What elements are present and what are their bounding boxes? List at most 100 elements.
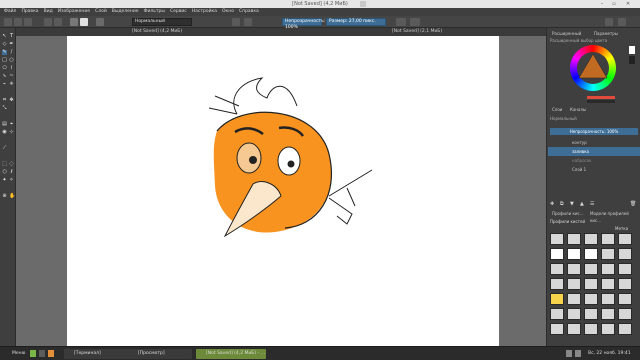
brush-preset-28[interactable] (584, 308, 598, 320)
tab-channels[interactable]: Каналы (567, 106, 589, 113)
color-history-2[interactable] (587, 100, 615, 103)
select-tool-icon[interactable]: ↖ (2, 34, 7, 39)
brush-preset-19[interactable] (601, 278, 615, 290)
multibrush-tool-icon[interactable]: ✳ (9, 82, 14, 87)
layer-row[interactable]: контур (548, 138, 640, 147)
tab-brush-presets[interactable]: Профили кис... (549, 210, 586, 217)
brush-preset-20[interactable] (618, 278, 632, 290)
color-triangle[interactable] (577, 52, 609, 84)
move-tool-icon[interactable]: ✥ (9, 98, 14, 103)
add-layer-icon[interactable]: ✚ (550, 201, 554, 207)
brush-preset-4[interactable] (601, 233, 615, 245)
workspace-icon[interactable] (605, 18, 613, 26)
taskbar-krita[interactable]: [Not Saved] (4,2 MиБ) - ... (196, 349, 266, 359)
mirror-vertical-icon[interactable] (410, 18, 420, 26)
line-tool-icon[interactable]: / (9, 50, 14, 55)
brush-preset-26[interactable] (550, 308, 564, 320)
menu-file[interactable]: Файл (4, 8, 16, 16)
save-document-icon[interactable] (24, 18, 32, 26)
brush-preset-1[interactable] (550, 233, 564, 245)
gradient-icon[interactable] (70, 18, 78, 26)
color-picker-tool-icon[interactable]: ⌖ (9, 122, 14, 127)
preserve-alpha-icon[interactable] (244, 18, 252, 26)
network-icon[interactable] (566, 350, 572, 357)
drawing-canvas[interactable] (67, 36, 499, 346)
delete-layer-icon[interactable]: 🗑 (630, 201, 636, 207)
eraser-mode-icon[interactable] (232, 18, 240, 26)
tab-params[interactable]: Параметры (591, 30, 621, 37)
volume-icon[interactable] (575, 350, 581, 357)
brush-preset-5[interactable] (618, 233, 632, 245)
brush-preset-8[interactable] (584, 248, 598, 260)
text-tool-icon[interactable]: T (9, 34, 14, 39)
maximize-icon[interactable]: ▫ (608, 0, 620, 8)
bg-color-swatch[interactable] (629, 56, 635, 64)
brush-preset-13[interactable] (584, 263, 598, 275)
taskbar-menu-button[interactable]: Меню (2, 349, 28, 359)
menu-filters[interactable]: Фильтры (144, 8, 165, 16)
menu-edit[interactable]: Правка (21, 8, 38, 16)
brush-preset-12[interactable] (567, 263, 581, 275)
blend-mode-select[interactable]: Нормальный (132, 18, 192, 26)
tab-advanced-color[interactable]: Расширенный (549, 30, 584, 37)
freehand-brush-tool-icon[interactable]: ✎ (2, 50, 7, 55)
bezier-tool-icon[interactable]: ∿ (2, 74, 7, 79)
brush-preset-6[interactable] (550, 248, 564, 260)
brush-preset-23[interactable] (584, 293, 598, 305)
mirror-horizontal-icon[interactable] (396, 18, 406, 26)
gradient-tool-icon[interactable]: ▤ (2, 122, 7, 127)
clock[interactable]: Вс, 22 нояб. 19:41 (588, 347, 631, 360)
polygon-select-tool-icon[interactable]: ⬡ (2, 170, 7, 175)
brush-tag-filter[interactable]: Метка (615, 226, 628, 231)
fill-tool-icon[interactable]: ◉ (2, 130, 7, 135)
layer-row-selected[interactable]: заливка (548, 147, 640, 156)
brush-preset-25[interactable] (618, 293, 632, 305)
brush-preset-29[interactable] (601, 308, 615, 320)
brush-preset-2[interactable] (567, 233, 581, 245)
brush-preset-32[interactable] (567, 323, 581, 335)
brush-preset-34[interactable] (601, 323, 615, 335)
ellipse-select-tool-icon[interactable]: ◌ (9, 162, 14, 167)
tab-layers[interactable]: Слои (549, 106, 565, 113)
transform-tool-icon[interactable]: ⤡ (2, 106, 7, 111)
open-document-icon[interactable] (14, 18, 22, 26)
layer-row[interactable]: набросок (548, 156, 640, 165)
brush-preset-33[interactable] (584, 323, 598, 335)
assistant-tool-icon[interactable]: ⊹ (9, 130, 14, 135)
brush-preset-24[interactable] (601, 293, 615, 305)
freehand-path-tool-icon[interactable]: ~ (9, 74, 14, 79)
brush-preset-30[interactable] (618, 308, 632, 320)
tab-document-left[interactable]: [Not Saved] (4,2 MиБ) (128, 28, 186, 36)
crop-tool-icon[interactable]: ⌗ (2, 98, 7, 103)
brush-preset-14[interactable] (601, 263, 615, 275)
brush-preset-10[interactable] (618, 248, 632, 260)
toolbar-more-icon[interactable] (618, 18, 626, 26)
minimize-icon[interactable]: – (596, 0, 608, 8)
file-manager-icon[interactable] (30, 350, 36, 357)
menu-help[interactable]: Справка (239, 8, 259, 16)
brush-preset-35[interactable] (618, 323, 632, 335)
fg-color-swatch[interactable] (629, 46, 635, 54)
menu-select[interactable]: Выделение (112, 8, 139, 16)
menu-tools[interactable]: Сервис (170, 8, 187, 16)
pan-tool-icon[interactable]: ✋ (9, 194, 15, 199)
layer-row[interactable]: Слой 1 (548, 165, 640, 174)
redo-icon[interactable] (54, 18, 62, 26)
menu-settings[interactable]: Настройка (192, 8, 217, 16)
brush-preset-3[interactable] (584, 233, 598, 245)
brush-preset-15[interactable] (618, 263, 632, 275)
ellipse-tool-icon[interactable]: ○ (9, 58, 14, 63)
undo-icon[interactable] (44, 18, 52, 26)
polygon-tool-icon[interactable]: ⬠ (2, 66, 7, 71)
taskbar-terminal[interactable]: [Терминал] (64, 349, 134, 359)
layer-properties-icon[interactable]: ☰ (590, 201, 594, 207)
edit-shape-tool-icon[interactable]: ◇ (2, 42, 7, 47)
brush-preset-icon[interactable] (96, 18, 104, 26)
dynamic-brush-tool-icon[interactable]: ⌁ (2, 82, 7, 87)
pattern-icon[interactable] (80, 18, 88, 26)
layer-blend-mode[interactable]: Нормальный (550, 116, 577, 121)
brush-preset-17[interactable] (567, 278, 581, 290)
brush-preset-18[interactable] (584, 278, 598, 290)
browser-launcher-icon[interactable] (48, 350, 54, 357)
contiguous-select-tool-icon[interactable]: ✦ (2, 178, 7, 183)
